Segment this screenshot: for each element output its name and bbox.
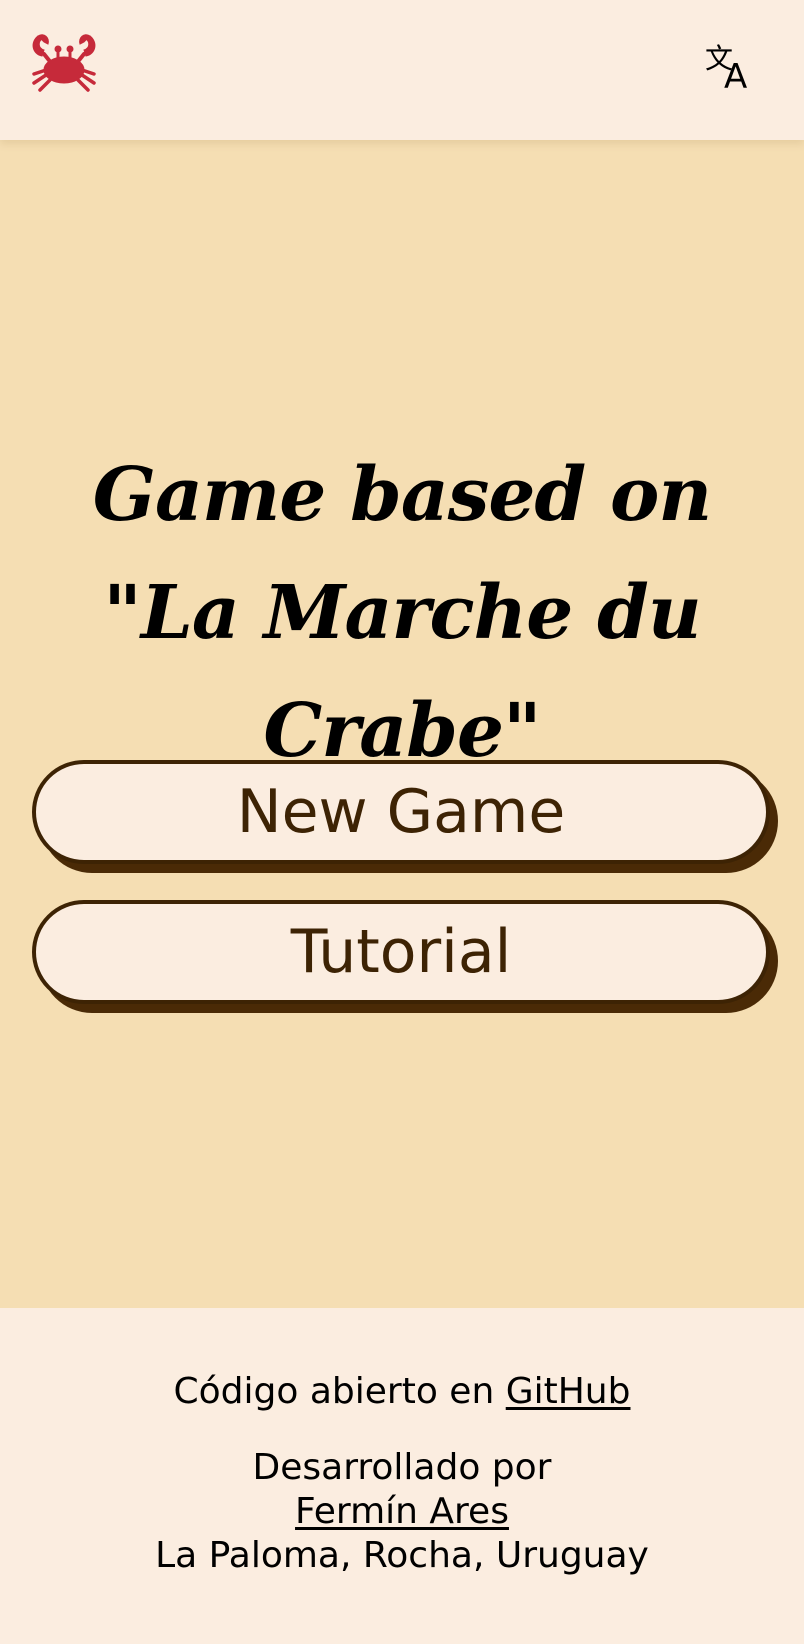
new-game-button[interactable]: New Game	[32, 760, 770, 864]
author-line: Fermín Ares	[0, 1490, 804, 1534]
footer: Código abierto en GitHub Desarrollado po…	[0, 1308, 804, 1644]
translate-icon[interactable]: 文 A	[702, 42, 762, 98]
developed-by-text: Desarrollado por	[252, 1447, 552, 1488]
top-bar: 文 A	[0, 0, 804, 140]
app-root: 文 A Game based on "La Marche du Crabe" N…	[0, 0, 804, 1644]
source-line: Código abierto en GitHub	[0, 1370, 804, 1414]
source-prefix-text: Código abierto en	[173, 1371, 506, 1412]
crab-icon	[28, 28, 100, 100]
location-text: La Paloma, Rocha, Uruguay	[155, 1535, 649, 1576]
page-title: Game based on "La Marche du Crabe"	[92, 452, 712, 774]
author-link[interactable]: Fermín Ares	[295, 1491, 509, 1532]
svg-text:A: A	[724, 57, 747, 97]
tutorial-button[interactable]: Tutorial	[32, 900, 770, 1004]
github-link[interactable]: GitHub	[506, 1371, 631, 1412]
main-menu: Game based on "La Marche du Crabe" New G…	[0, 140, 804, 1308]
